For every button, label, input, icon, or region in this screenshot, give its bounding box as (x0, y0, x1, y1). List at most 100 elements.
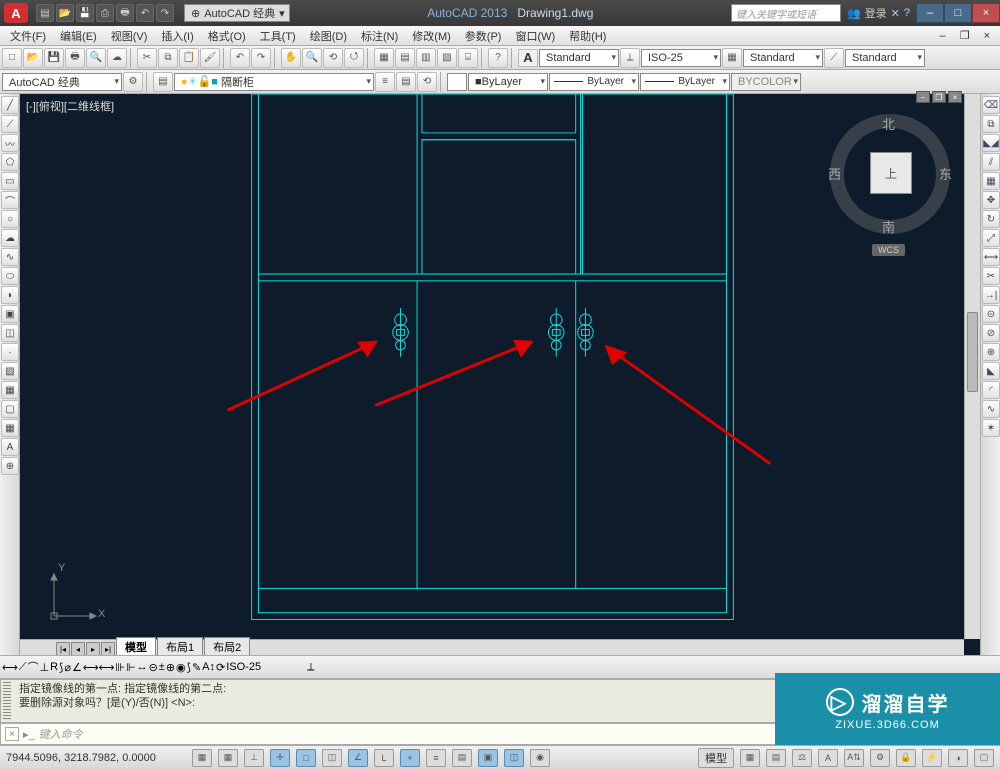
dcenter-icon[interactable]: ▤ (395, 48, 415, 68)
help-icon[interactable]: ? (488, 48, 508, 68)
chamfer-icon[interactable]: ◣ (982, 362, 1000, 380)
undo-icon[interactable]: ↶ (136, 4, 154, 22)
tool-palette-icon[interactable]: ▦ (374, 48, 394, 68)
calc-icon[interactable]: ⌸ (458, 48, 478, 68)
close-history-icon[interactable]: × (5, 727, 19, 741)
dim-diameter-icon[interactable]: ⌀ (64, 661, 71, 674)
app-logo[interactable]: A (4, 3, 28, 23)
dim-continue-icon[interactable]: ⊩ (126, 661, 136, 674)
break-icon[interactable]: ⊝ (982, 305, 1000, 323)
dim-aligned-icon[interactable]: ⟋ (19, 661, 27, 674)
saveas-icon[interactable]: ⎙ (96, 4, 114, 22)
cleanscreen-icon[interactable]: ▢ (974, 749, 994, 767)
user-icon[interactable]: 👥 (847, 7, 861, 20)
redo-icon[interactable]: ↷ (156, 4, 174, 22)
layer-prev-icon[interactable]: ⟲ (417, 72, 437, 92)
mirror-icon[interactable]: ◣◢ (982, 134, 1000, 152)
polygon-icon[interactable]: ⬠ (1, 153, 19, 171)
menu-window[interactable]: 窗口(W) (509, 26, 561, 46)
save-icon[interactable]: 💾 (44, 48, 64, 68)
blend-icon[interactable]: ∿ (982, 400, 1000, 418)
compass-north[interactable]: 北 (882, 114, 895, 133)
dyn-button[interactable]: + (400, 749, 420, 767)
viewcube[interactable]: 上 北 南 西 东 WCS (830, 114, 950, 234)
gradient-icon[interactable]: ▦ (1, 381, 19, 399)
revcloud-icon[interactable]: ☁ (1, 229, 19, 247)
insert-block-icon[interactable]: ▣ (1, 305, 19, 323)
annoauto-icon[interactable]: A⇅ (844, 749, 864, 767)
sc-button[interactable]: ◫ (504, 749, 524, 767)
region-icon[interactable]: ▢ (1, 400, 19, 418)
scale-icon[interactable]: ⤢ (982, 229, 1000, 247)
extend-icon[interactable]: →| (982, 286, 1000, 304)
textstyle-icon[interactable]: A (518, 49, 538, 67)
mtext-icon[interactable]: A (1, 438, 19, 456)
stretch-icon[interactable]: ⟷ (982, 248, 1000, 266)
dim-angular-icon[interactable]: ∠ (72, 661, 82, 674)
menu-draw[interactable]: 绘图(D) (304, 26, 353, 46)
osnap-button[interactable]: □ (296, 749, 316, 767)
search-input[interactable]: 键入关键字或短语 (731, 4, 841, 22)
mlstyle-icon[interactable]: ⟋ (824, 48, 844, 68)
zoom-icon[interactable]: 🔍 (302, 48, 322, 68)
otrack-button[interactable]: ∠ (348, 749, 368, 767)
wcs-badge[interactable]: WCS (872, 244, 905, 256)
table-style-dropdown[interactable]: Standard (743, 49, 823, 67)
line-icon[interactable]: ╱ (1, 96, 19, 114)
workspace-dropdown[interactable]: AutoCAD 经典 (2, 73, 122, 91)
move-icon[interactable]: ✥ (982, 191, 1000, 209)
drag-handle-icon[interactable] (3, 682, 11, 720)
menu-file[interactable]: 文件(F) (4, 26, 52, 46)
save-icon[interactable]: 💾 (76, 4, 94, 22)
lineweight-dropdown[interactable]: ByLayer (640, 73, 730, 91)
tpy-button[interactable]: ▤ (452, 749, 472, 767)
doc-restore-icon[interactable]: ❐ (954, 27, 976, 44)
paste-icon[interactable]: 📋 (179, 48, 199, 68)
new-icon[interactable]: ▤ (36, 4, 54, 22)
dim-space-icon[interactable]: ↔ (137, 661, 148, 673)
text-style-dropdown[interactable]: Standard (539, 49, 619, 67)
spline-icon[interactable]: ∿ (1, 248, 19, 266)
tab-layout2[interactable]: 布局2 (204, 637, 250, 656)
layer-dropdown[interactable]: ● ☀ 🔓 ■ 隔断柜 (174, 73, 374, 91)
menu-tools[interactable]: 工具(T) (254, 26, 302, 46)
menu-dimension[interactable]: 标注(N) (355, 26, 404, 46)
rectangle-icon[interactable]: ▭ (1, 172, 19, 190)
ws-switch-icon[interactable]: ⚙ (870, 749, 890, 767)
ellipse-arc-icon[interactable]: ◗ (1, 286, 19, 304)
make-block-icon[interactable]: ◫ (1, 324, 19, 342)
rotate-icon[interactable]: ↻ (982, 210, 1000, 228)
point-icon[interactable]: · (1, 343, 19, 361)
quickview-layouts-icon[interactable]: ▦ (740, 749, 760, 767)
color-dropdown[interactable]: ■ ByLayer (468, 73, 548, 91)
hatch-icon[interactable]: ▨ (1, 362, 19, 380)
toolbar-lock-icon[interactable]: 🔒 (896, 749, 916, 767)
vertical-scrollbar[interactable] (964, 94, 980, 639)
sheet-icon[interactable]: ▥ (416, 48, 436, 68)
am-button[interactable]: ◉ (530, 749, 550, 767)
dim-baseline-icon[interactable]: ⊪ (115, 661, 125, 674)
maximize-button[interactable]: □ (944, 3, 972, 23)
publish-icon[interactable]: ☁ (107, 48, 127, 68)
tablestyle-icon[interactable]: ▦ (722, 48, 742, 68)
zoom-prev-icon[interactable]: ⟲ (323, 48, 343, 68)
close-button[interactable]: × (972, 3, 1000, 23)
dim-jogged-icon[interactable]: ⟆ (59, 661, 63, 674)
compass-south[interactable]: 南 (882, 217, 895, 236)
dim-tedit-icon[interactable]: A↕ (202, 661, 215, 673)
ortho-button[interactable]: ⊥ (244, 749, 264, 767)
menu-edit[interactable]: 编辑(E) (54, 26, 103, 46)
dimstyle-icon[interactable]: ⟂ (620, 48, 640, 68)
ellipse-icon[interactable]: ⬭ (1, 267, 19, 285)
menu-modify[interactable]: 修改(M) (406, 26, 457, 46)
ducs-button[interactable]: L (374, 749, 394, 767)
trim-icon[interactable]: ✂ (982, 267, 1000, 285)
circle-icon[interactable]: ○ (1, 210, 19, 228)
minimize-button[interactable]: – (916, 3, 944, 23)
dim-ordinate-icon[interactable]: ⊥ (39, 661, 49, 674)
plot-icon[interactable]: 🖶 (116, 4, 134, 22)
new-icon[interactable]: □ (2, 48, 22, 68)
explode-icon[interactable]: ✶ (982, 419, 1000, 437)
tolerance-icon[interactable]: ± (159, 661, 165, 673)
layer-iso-icon[interactable]: ▤ (396, 72, 416, 92)
